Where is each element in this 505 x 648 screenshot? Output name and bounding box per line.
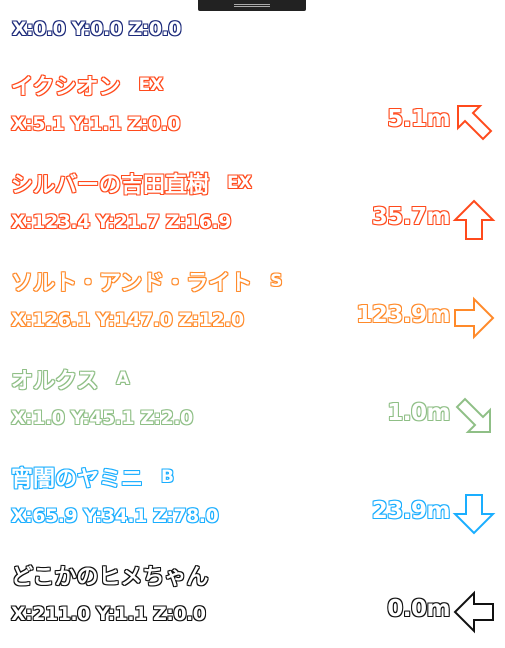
arrow-down-right-icon (452, 394, 496, 438)
mob-coordinates: X:5.1 Y:1.1 Z:0.0 (11, 113, 181, 135)
mob-entry-2[interactable]: シルバーの吉田直樹 EX X:123.4 Y:21.7 Z:16.9 35.7m (0, 168, 505, 266)
arrow-up-left-icon (452, 100, 496, 144)
mob-coordinates: X:65.9 Y:34.1 Z:78.0 (11, 505, 219, 527)
mob-distance: 0.0m (387, 596, 450, 622)
arrow-left-icon (452, 590, 496, 634)
mob-name: ソルト・アンド・ライト (11, 271, 253, 296)
mob-entry-3[interactable]: ソルト・アンド・ライト S X:126.1 Y:147.0 Z:12.0 123… (0, 266, 505, 364)
mob-distance: 35.7m (371, 204, 451, 230)
player-position: X:0.0 Y:0.0 Z:0.0 (12, 18, 182, 40)
drag-handle[interactable] (198, 0, 306, 11)
mob-rank-badge: EX (227, 173, 252, 193)
mob-rank-badge: B (161, 467, 174, 487)
grip-line (234, 6, 270, 7)
mob-entry-1[interactable]: イクシオン EX X:5.1 Y:1.1 Z:0.0 5.1m (0, 70, 505, 168)
arrow-up-icon (452, 198, 496, 242)
mob-name: 宵闇のヤミニ (11, 467, 144, 492)
mob-entry-4[interactable]: オルクス A X:1.0 Y:45.1 Z:2.0 1.0m (0, 364, 505, 462)
mob-distance: 23.9m (371, 498, 451, 524)
mob-rank-badge: EX (138, 75, 164, 95)
mob-coordinates: X:211.0 Y:1.1 Z:0.0 (11, 603, 206, 625)
arrow-down-icon (452, 492, 496, 536)
mob-coordinates: X:126.1 Y:147.0 Z:12.0 (11, 309, 244, 331)
mob-distance: 123.9m (356, 302, 450, 328)
mob-name: シルバーの吉田直樹 (11, 173, 210, 198)
mob-name: どこかのヒメちゃん (11, 565, 209, 590)
mob-entry-6[interactable]: どこかのヒメちゃん X:211.0 Y:1.1 Z:0.0 0.0m (0, 560, 505, 648)
mob-name: イクシオン (11, 75, 121, 100)
mob-entry-5[interactable]: 宵闇のヤミニ B X:65.9 Y:34.1 Z:78.0 23.9m (0, 462, 505, 560)
mob-coordinates: X:1.0 Y:45.1 Z:2.0 (11, 407, 193, 429)
grip-line (234, 4, 270, 5)
mob-distance: 1.0m (387, 400, 450, 426)
mob-rank-badge: S (270, 271, 283, 291)
arrow-right-icon (452, 296, 496, 340)
mob-rank-badge: A (116, 369, 130, 389)
mob-distance: 5.1m (387, 106, 450, 132)
mob-name: オルクス (11, 369, 99, 394)
mob-coordinates: X:123.4 Y:21.7 Z:16.9 (11, 211, 231, 233)
